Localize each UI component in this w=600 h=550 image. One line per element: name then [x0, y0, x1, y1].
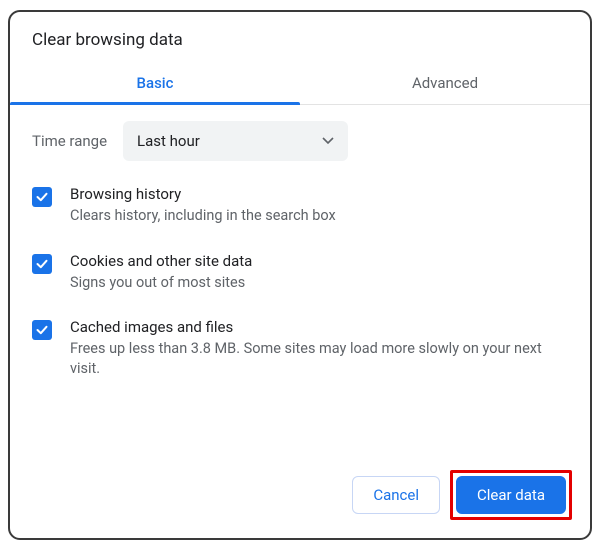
option-title: Browsing history	[70, 185, 336, 203]
check-icon	[35, 257, 49, 271]
dialog-body: Time range Last hour Browsing history Cl…	[10, 105, 590, 456]
time-range-value: Last hour	[137, 132, 200, 150]
tab-advanced[interactable]: Advanced	[300, 62, 590, 104]
option-description: Signs you out of most sites	[70, 273, 252, 293]
option-texts: Cached images and files Frees up less th…	[70, 318, 568, 378]
check-icon	[35, 190, 49, 204]
tab-bar: Basic Advanced	[10, 62, 590, 105]
option-description: Frees up less than 3.8 MB. Some sites ma…	[70, 339, 568, 378]
option-description: Clears history, including in the search …	[70, 206, 336, 226]
time-range-select[interactable]: Last hour	[123, 121, 348, 161]
time-range-label: Time range	[32, 132, 107, 150]
time-range-row: Time range Last hour	[32, 121, 568, 161]
checkbox-cached[interactable]	[32, 320, 52, 340]
option-texts: Browsing history Clears history, includi…	[70, 185, 336, 226]
dialog-frame: Clear browsing data Basic Advanced Time …	[8, 10, 592, 540]
dialog-footer: Cancel Clear data	[10, 456, 590, 538]
checkbox-cookies[interactable]	[32, 254, 52, 274]
option-title: Cached images and files	[70, 318, 568, 336]
option-texts: Cookies and other site data Signs you ou…	[70, 252, 252, 293]
option-title: Cookies and other site data	[70, 252, 252, 270]
option-cookies: Cookies and other site data Signs you ou…	[32, 252, 568, 293]
chevron-down-icon	[322, 137, 334, 145]
clear-browsing-data-dialog: Clear browsing data Basic Advanced Time …	[0, 0, 600, 550]
clear-data-button[interactable]: Clear data	[456, 476, 566, 514]
dialog-header: Clear browsing data	[10, 12, 590, 60]
option-cached: Cached images and files Frees up less th…	[32, 318, 568, 378]
option-browsing-history: Browsing history Clears history, includi…	[32, 185, 568, 226]
dialog-title: Clear browsing data	[32, 30, 568, 50]
checkbox-browsing-history[interactable]	[32, 187, 52, 207]
check-icon	[35, 323, 49, 337]
cancel-button[interactable]: Cancel	[352, 476, 440, 514]
tab-basic[interactable]: Basic	[10, 62, 300, 104]
clear-data-highlight: Clear data	[450, 470, 572, 520]
